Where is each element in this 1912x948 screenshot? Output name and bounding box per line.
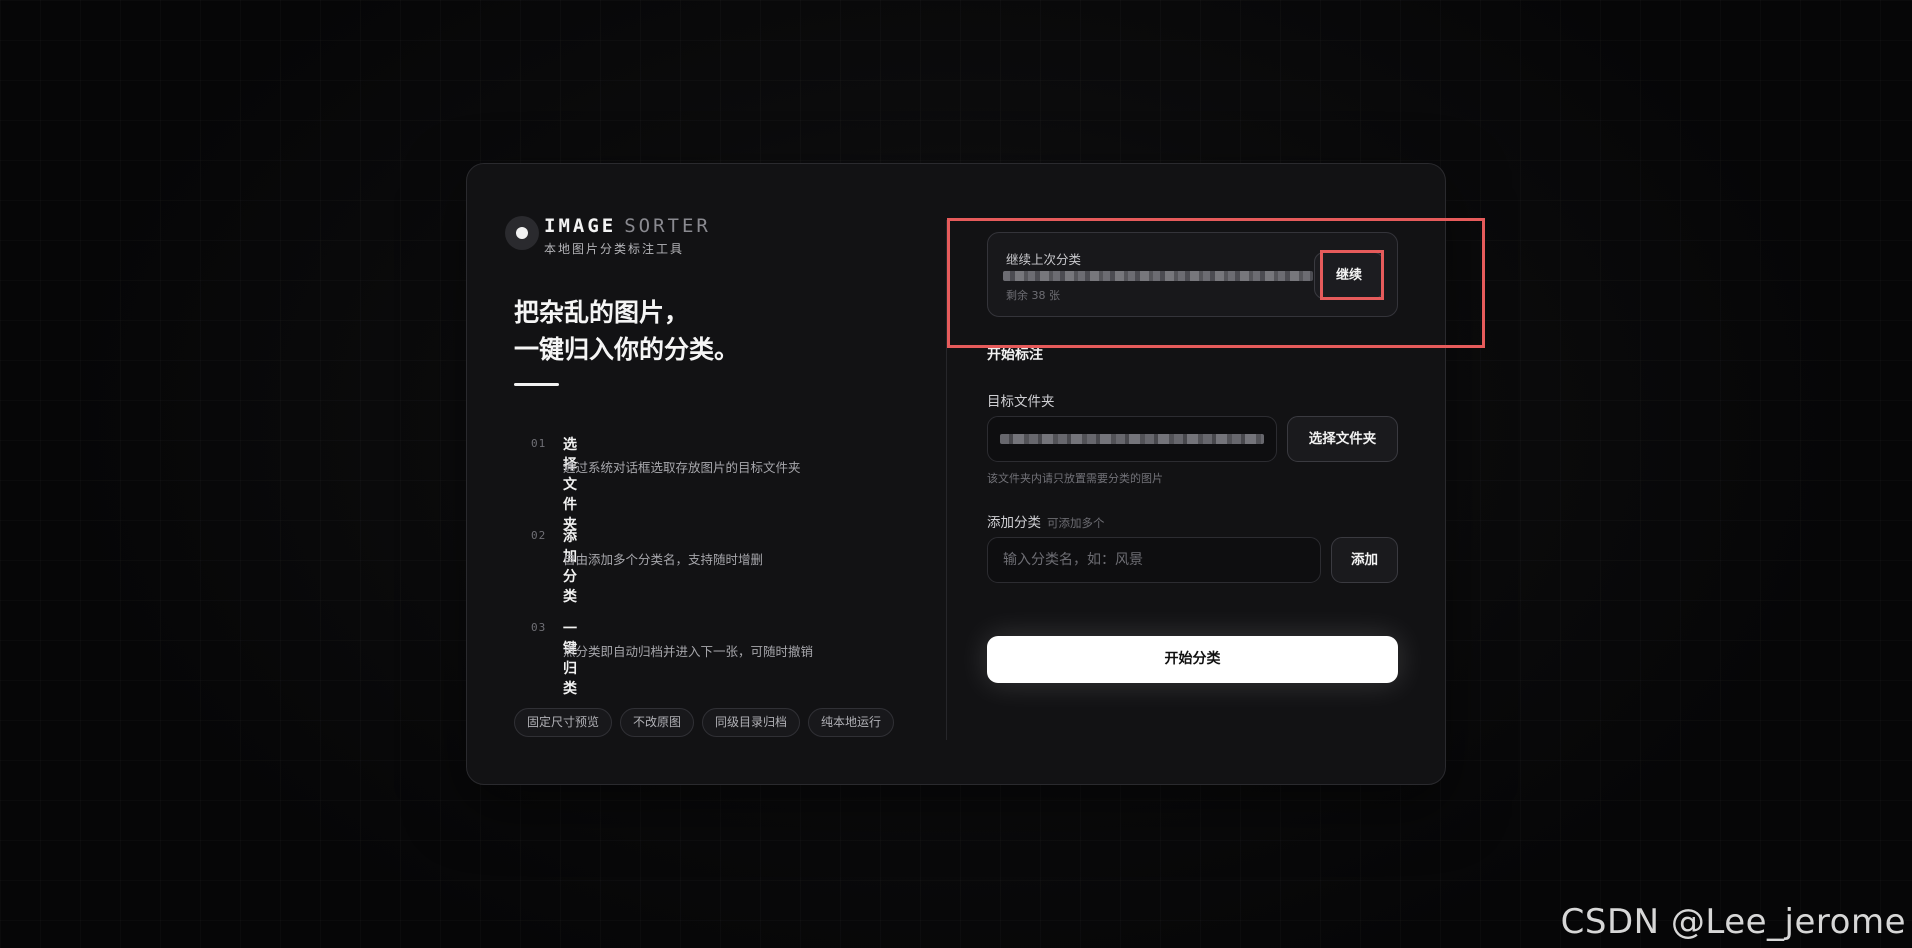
resume-remaining-count: 剩余 38 张 — [1006, 289, 1060, 302]
feature-tags: 固定尺寸预览 不改原图 同级目录归档 纯本地运行 — [514, 708, 895, 737]
continue-button[interactable]: 继续 — [1314, 252, 1384, 299]
step-description: 点分类即自动归档并进入下一张，可随时撤销 — [563, 644, 814, 659]
feature-tag: 不改原图 — [620, 708, 695, 737]
app-subtitle: 本地图片分类标注工具 — [544, 242, 685, 256]
add-category-button[interactable]: 添加 — [1331, 537, 1398, 583]
app-title-bold: IMAGE — [544, 215, 617, 237]
resume-path-redacted — [1003, 271, 1313, 281]
folder-label: 目标文件夹 — [987, 394, 1055, 410]
resume-label: 继续上次分类 — [1006, 252, 1082, 267]
headline-line-2: 一键归入你的分类。 — [514, 335, 740, 364]
feature-tag: 固定尺寸预览 — [514, 708, 613, 737]
feature-tag: 纯本地运行 — [808, 708, 895, 737]
step-description: 自由添加多个分类名，支持随时增删 — [563, 552, 764, 567]
step-number: 03 — [531, 621, 547, 634]
feature-tag: 同级目录归档 — [702, 708, 801, 737]
category-name-input[interactable] — [987, 537, 1321, 583]
panel-divider — [946, 220, 947, 740]
choose-folder-button[interactable]: 选择文件夹 — [1287, 416, 1398, 462]
step-number: 01 — [531, 437, 547, 450]
main-card: IMAGE SORTER 本地图片分类标注工具 把杂乱的图片， 一键归入你的分类。… — [466, 163, 1446, 785]
folder-path-field[interactable] — [987, 416, 1277, 462]
app-title-light: SORTER — [624, 215, 711, 237]
headline: 把杂乱的图片， 一键归入你的分类。 — [514, 294, 739, 368]
step-number: 02 — [531, 529, 547, 542]
headline-line-1: 把杂乱的图片， — [514, 298, 690, 327]
headline-underline — [514, 383, 559, 386]
watermark: CSDN @Lee_jerome — [1560, 902, 1906, 942]
app-title: IMAGE SORTER — [544, 214, 711, 238]
resume-session-box: 继续上次分类 剩余 38 张 继续 — [987, 232, 1398, 317]
folder-help-text: 该文件夹内请只放置需要分类的图片 — [987, 472, 1163, 485]
brand: IMAGE SORTER 本地图片分类标注工具 — [505, 214, 711, 257]
start-sorting-button[interactable]: 开始分类 — [987, 636, 1398, 683]
section-title: 开始标注 — [987, 347, 1043, 363]
folder-path-redacted — [1000, 434, 1264, 444]
logo-icon — [505, 216, 539, 250]
category-label-text: 添加分类 — [987, 515, 1041, 531]
category-hint: 可添加多个 — [1047, 516, 1105, 530]
category-label: 添加分类 可添加多个 — [987, 511, 1105, 531]
step-description: 通过系统对话框选取存放图片的目标文件夹 — [563, 460, 801, 475]
step-title: 选择文件夹 — [563, 437, 577, 533]
